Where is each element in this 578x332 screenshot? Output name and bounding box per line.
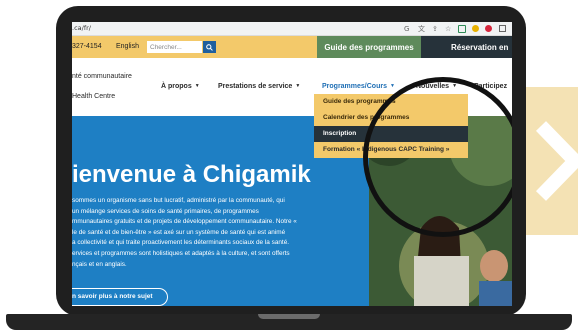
google-icon[interactable]: G	[404, 25, 409, 33]
language-link[interactable]: English	[116, 43, 139, 50]
nav-label: Programmes/Cours	[322, 83, 387, 90]
translate-icon[interactable]: 文	[418, 25, 425, 33]
address-bar[interactable]: .ca/fr/	[72, 24, 91, 32]
browser-toolbar: .ca/fr/ G 文 ⇪ ☆	[72, 22, 512, 36]
laptop-notch	[258, 314, 320, 319]
share-icon[interactable]: ⇪	[432, 25, 438, 33]
laptop-screen: .ca/fr/ G 文 ⇪ ☆ 327-4154 English Guide d…	[72, 22, 512, 306]
hero-description: sommes un organisme sans but lucratif, a…	[72, 196, 365, 270]
caret-down-icon: ▼	[194, 83, 200, 89]
phone-number[interactable]: 327-4154	[72, 43, 102, 50]
stage: .ca/fr/ G 文 ⇪ ☆ 327-4154 English Guide d…	[0, 0, 578, 332]
hero-line: sommes un organisme sans but lucratif, a…	[72, 197, 285, 204]
search-button[interactable]	[203, 41, 216, 53]
nav-label: Prestations de service	[218, 83, 293, 90]
profile-icon[interactable]	[472, 25, 479, 32]
hero-line: mmunautaires gratuits et de projets de d…	[72, 218, 297, 226]
hero-line: un mélange services de soins de santé pr…	[72, 207, 259, 215]
hero-line: ervices et programmes sont holistiques e…	[72, 249, 290, 257]
reservation-button[interactable]: Réservation en	[421, 36, 512, 58]
site-logo-subtext[interactable]: Health Centre	[72, 93, 115, 100]
guide-button[interactable]: Guide des programmes	[317, 36, 421, 58]
search-icon	[206, 43, 213, 51]
learn-more-button[interactable]: n savoir plus à notre sujet	[72, 288, 168, 306]
hero-line: a collectivité et qui traite proactiveme…	[72, 239, 290, 247]
chevron-right-icon	[535, 121, 578, 201]
site-logo-text[interactable]: nté communautaire	[72, 73, 132, 80]
caret-down-icon: ▼	[295, 83, 301, 89]
search-input[interactable]	[147, 41, 202, 53]
hero-title: ienvenue à Chigamik	[72, 161, 311, 188]
extension-icon[interactable]	[458, 25, 466, 33]
hero-line: le de santé et de bien-être » est axé su…	[72, 228, 286, 236]
star-icon[interactable]: ☆	[445, 25, 451, 33]
caret-down-icon: ▼	[389, 83, 395, 89]
menu-icon[interactable]	[485, 25, 492, 32]
hero-line: nçais et en anglais.	[72, 260, 127, 268]
nav-item-services[interactable]: Prestations de service ▼	[218, 83, 300, 90]
nav-item-about[interactable]: À propos ▼	[161, 83, 200, 90]
nav-item-programs[interactable]: Programmes/Cours ▼	[322, 83, 395, 90]
window-icon[interactable]	[499, 25, 506, 32]
nav-label: À propos	[161, 83, 192, 90]
highlight-circle	[363, 77, 512, 237]
